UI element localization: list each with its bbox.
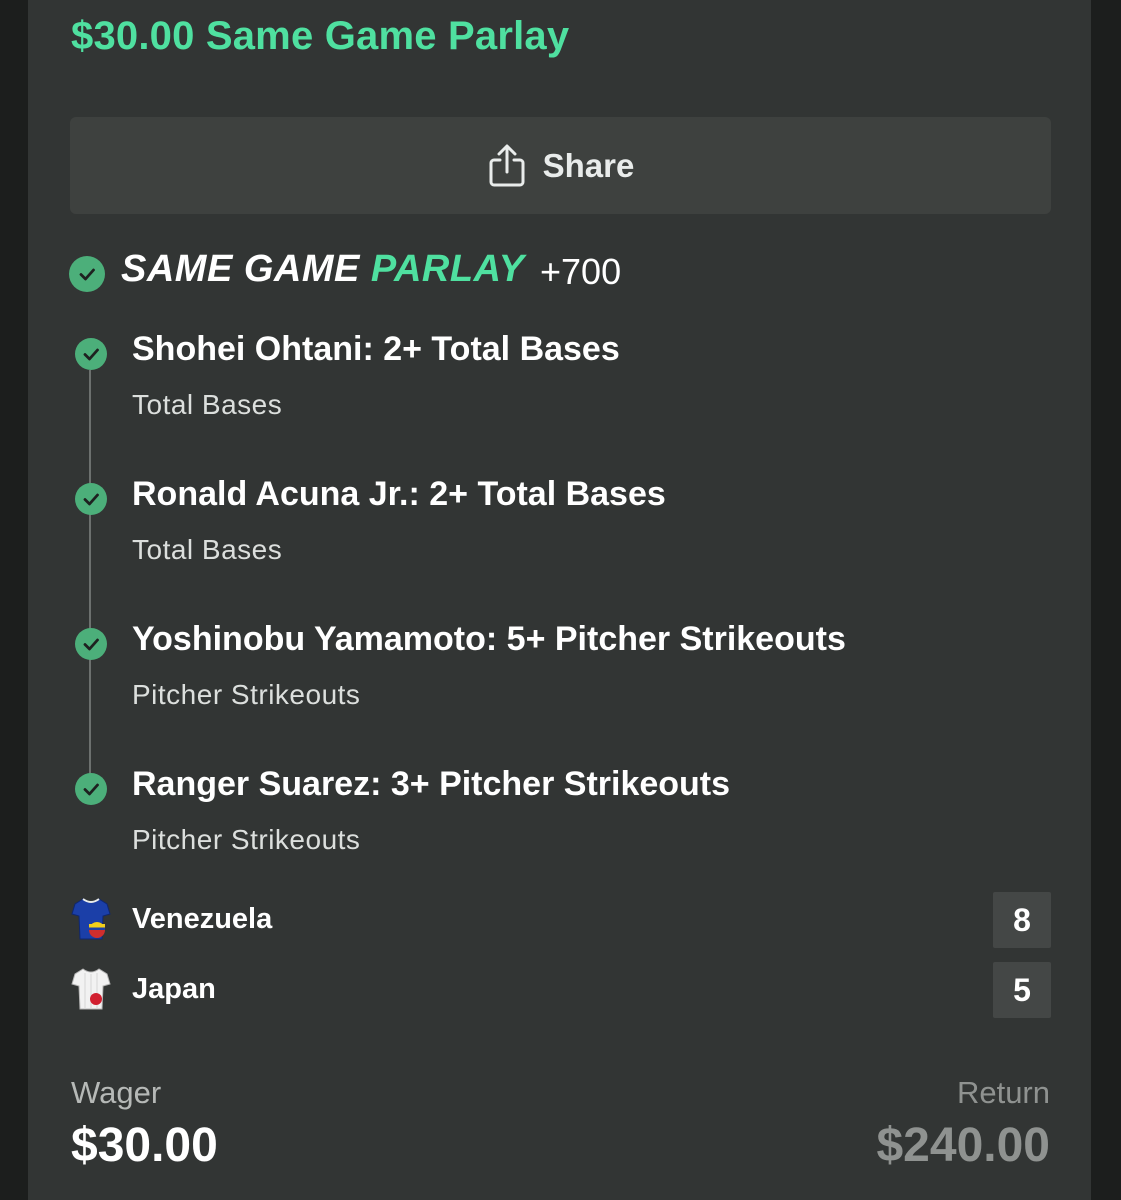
bet-title: $30.00 Same Game Parlay <box>71 14 570 58</box>
share-button[interactable]: Share <box>70 117 1051 214</box>
right-edge <box>1091 0 1121 1200</box>
japan-jersey-icon <box>71 968 111 1010</box>
check-circle-icon <box>75 628 107 660</box>
check-circle-icon <box>69 256 105 292</box>
left-edge <box>0 0 28 1200</box>
leg-title: Ranger Suarez: 3+ Pitcher Strikeouts <box>132 765 731 803</box>
leg-market: Total Bases <box>132 389 283 420</box>
parlay-title-green: PARLAY <box>370 248 525 290</box>
return-value: $240.00 <box>876 1119 1050 1172</box>
leg-title: Ronald Acuna Jr.: 2+ Total Bases <box>132 475 666 513</box>
leg-market: Total Bases <box>132 534 283 565</box>
parlay-title-white: SAME GAME <box>121 248 360 290</box>
check-circle-icon <box>75 773 107 805</box>
leg-title: Yoshinobu Yamamoto: 5+ Pitcher Strikeout… <box>132 620 846 658</box>
return-label: Return <box>956 1075 1050 1110</box>
check-circle-icon <box>75 338 107 370</box>
check-circle-icon <box>75 483 107 515</box>
share-icon <box>489 144 525 186</box>
parlay-odds: +700 <box>540 251 622 292</box>
team-name: Venezuela <box>132 903 273 935</box>
team-name: Japan <box>132 973 216 1005</box>
wager-label: Wager <box>71 1075 162 1110</box>
wager-value: $30.00 <box>71 1119 218 1172</box>
team-score: 8 <box>993 892 1051 948</box>
leg-market: Pitcher Strikeouts <box>132 679 361 710</box>
legs-connector-line <box>89 370 91 785</box>
leg-title: Shohei Ohtani: 2+ Total Bases <box>132 330 620 368</box>
team-score: 5 <box>993 962 1051 1018</box>
share-label: Share <box>542 146 635 184</box>
parlay-type-title: SAME GAME PARLAY <box>121 248 525 291</box>
venezuela-jersey-icon <box>71 898 111 940</box>
leg-market: Pitcher Strikeouts <box>132 824 361 855</box>
